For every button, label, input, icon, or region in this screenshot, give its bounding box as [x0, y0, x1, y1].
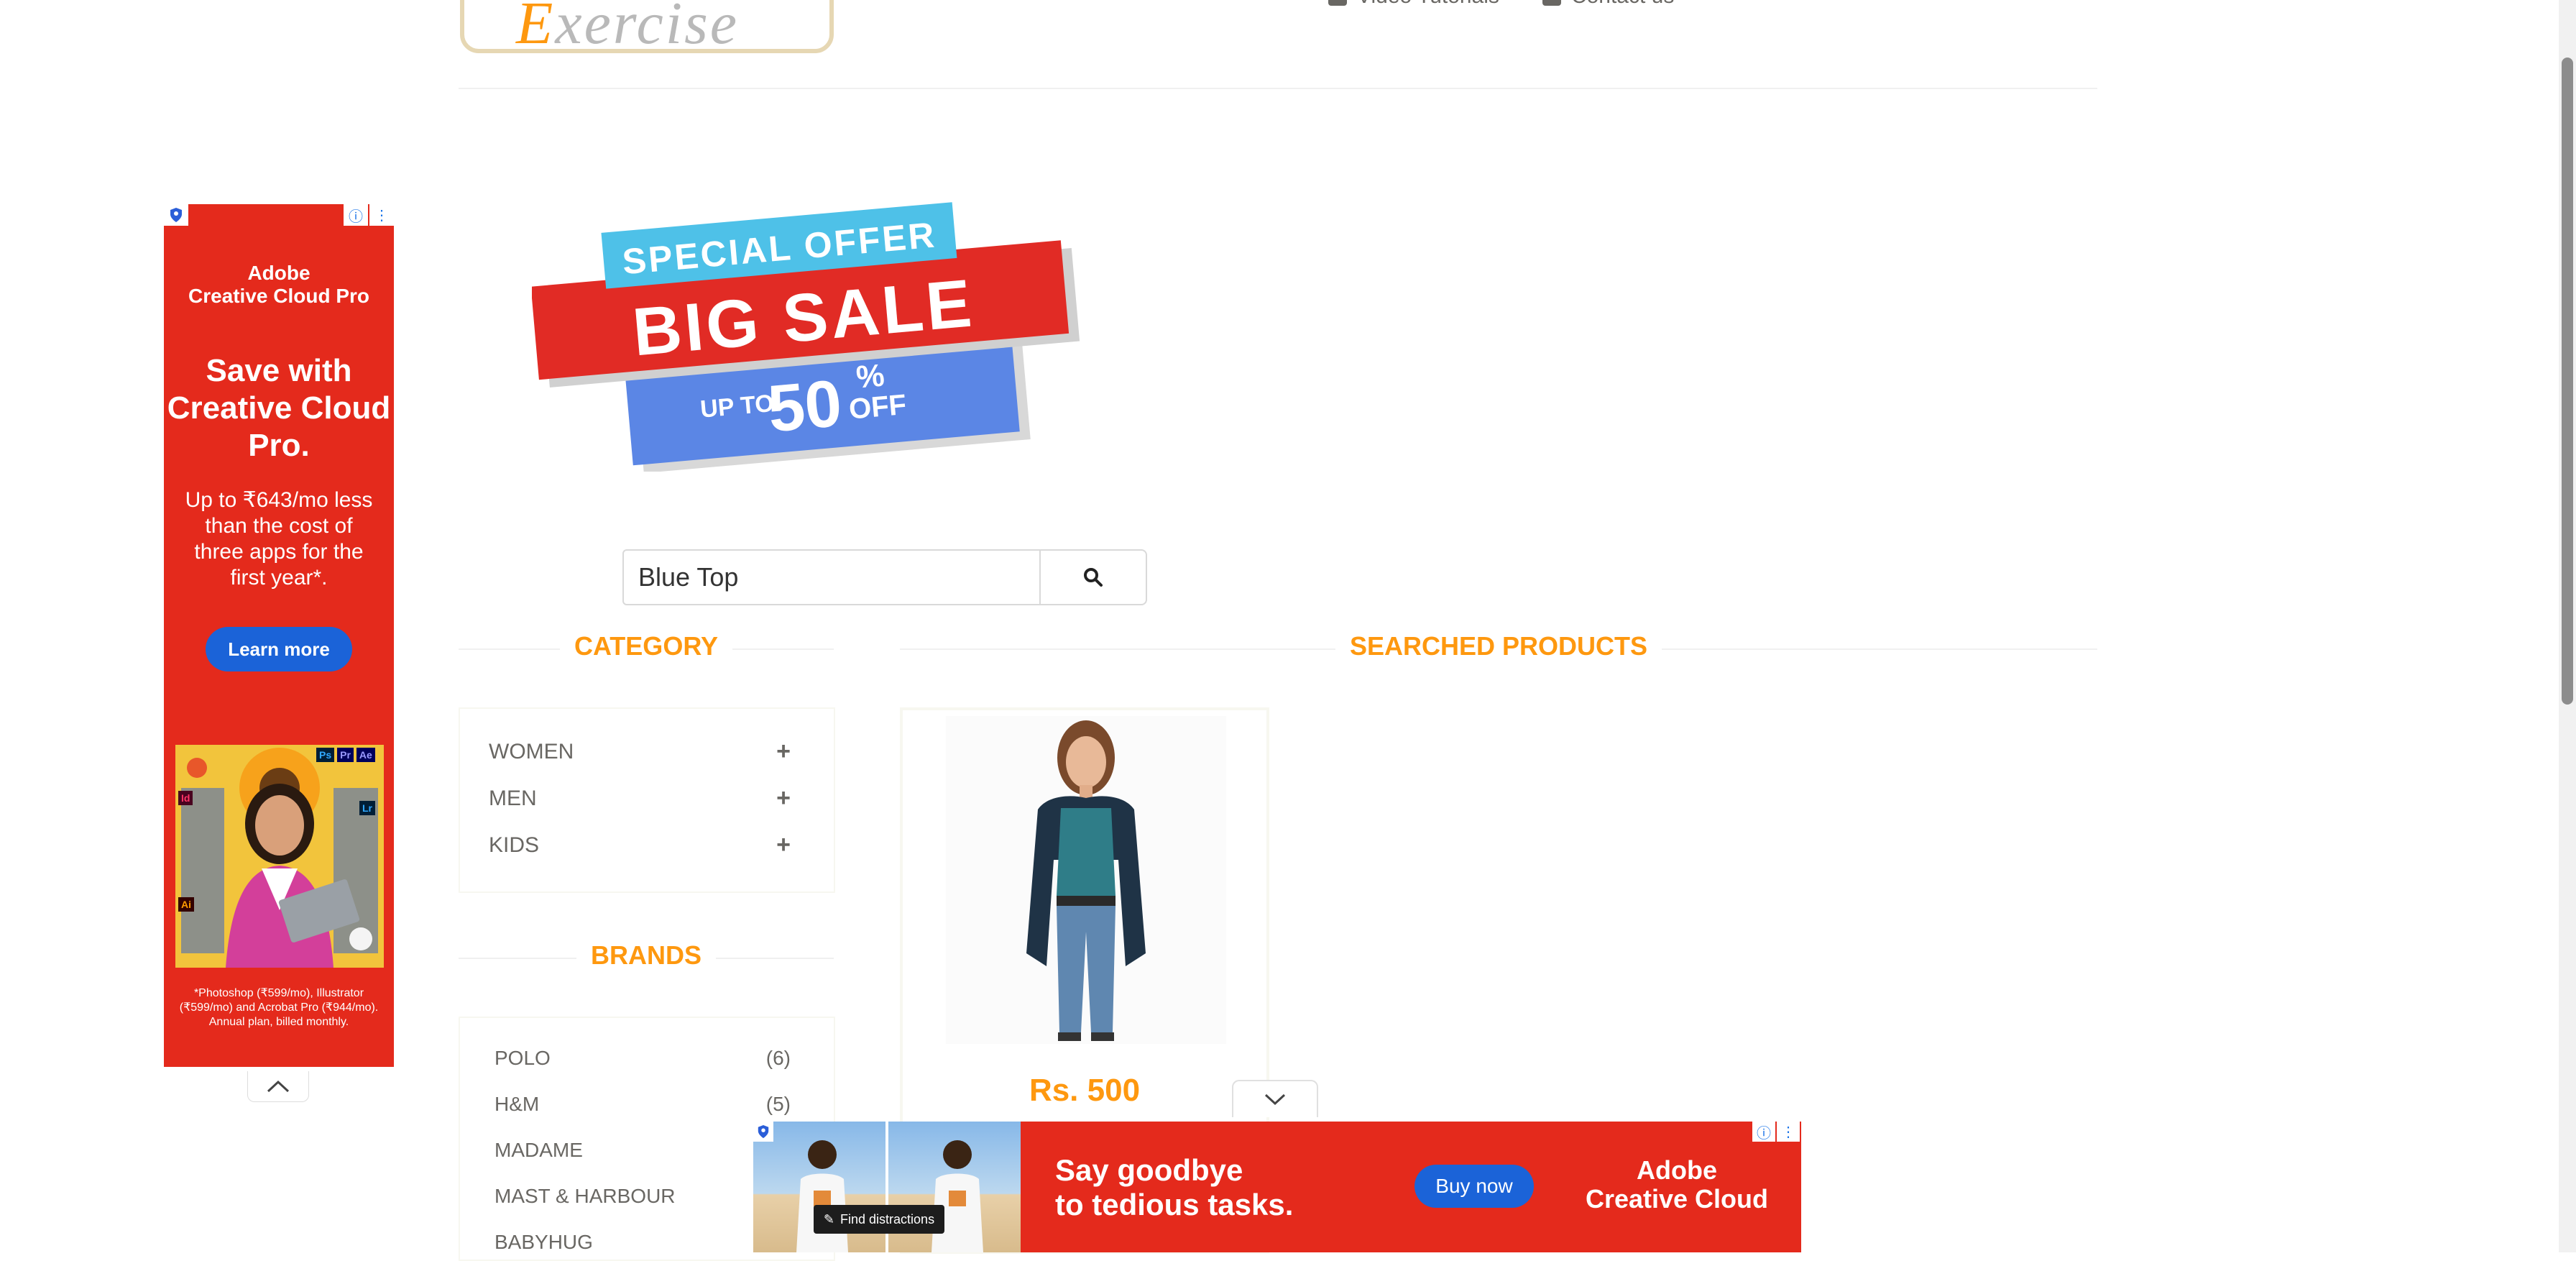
ad-info-icon[interactable]: ⓘ	[344, 204, 368, 226]
plus-icon[interactable]: +	[776, 831, 791, 859]
searched-title-wrap: Searched Products	[900, 631, 2097, 661]
illustrator-badge: Ai	[178, 897, 194, 912]
nav-label: Contact us	[1571, 0, 1674, 9]
bottom-ad-brand: Adobe Creative Cloud	[1585, 1155, 1769, 1214]
indesign-badge: Id	[178, 791, 193, 805]
ad-info-icon[interactable]: ⓘ	[1752, 1122, 1775, 1142]
chevron-up-icon	[267, 1080, 290, 1093]
scrollbar-thumb[interactable]	[2562, 58, 2573, 705]
brand-name: Madame	[494, 1139, 583, 1161]
envelope-icon	[1542, 0, 1561, 6]
plus-icon[interactable]: +	[776, 738, 791, 766]
nav-label: Video Tutorials	[1357, 0, 1499, 9]
searched-products-title: Searched Products	[1335, 631, 1662, 661]
search-button[interactable]	[1039, 549, 1147, 605]
ad-body-text: Up to ₹643/mo less than the cost of thre…	[185, 488, 373, 590]
category-kids[interactable]: Kids +	[489, 831, 791, 859]
product-image[interactable]	[946, 716, 1226, 1044]
brand-madame[interactable]: Madame	[494, 1139, 791, 1162]
ad-fine-print: *Photoshop (₹599/mo), Illustrator (₹599/…	[179, 987, 379, 1028]
expand-ad-button[interactable]	[1232, 1080, 1318, 1117]
logo-text: Exercise	[516, 0, 740, 53]
banner-percent: 50	[765, 367, 845, 446]
adchoices-shield-icon[interactable]	[753, 1122, 773, 1142]
adchoices-shield-icon[interactable]	[164, 204, 188, 226]
brands-title: Brands	[576, 940, 716, 971]
ad-menu-icon[interactable]: ⋮	[1777, 1122, 1800, 1142]
ad-headline: Save with Creative Cloud Pro.	[167, 353, 391, 463]
category-label: Men	[489, 786, 537, 810]
find-distractions-button[interactable]: ✎ Find distractions	[814, 1205, 944, 1234]
nav-contact-us[interactable]: Contact us	[1542, 0, 1674, 9]
ad-menu-icon[interactable]: ⋮	[369, 204, 394, 226]
brand-babyhug[interactable]: Babyhug	[494, 1231, 791, 1254]
site-logo[interactable]: Exercise	[460, 0, 834, 53]
bottom-ad-headline: Say goodbye to tedious tasks.	[1055, 1153, 1294, 1221]
plus-icon[interactable]: +	[776, 784, 791, 812]
category-men[interactable]: Men +	[489, 784, 791, 812]
search-input[interactable]	[622, 549, 1046, 605]
category-title-wrap: Category	[459, 631, 834, 661]
nav-video-tutorials[interactable]: Video Tutorials	[1328, 0, 1499, 9]
category-label: Women	[489, 739, 574, 764]
category-women[interactable]: Women +	[489, 738, 791, 766]
category-label: Kids	[489, 833, 540, 857]
lightroom-badge: Lr	[359, 801, 375, 815]
sale-banner: SPECIAL OFFER BIG SALE UP TO 50 % OFF	[530, 198, 1107, 474]
collapse-ad-button[interactable]	[247, 1071, 309, 1102]
find-distractions-label: Find distractions	[840, 1211, 935, 1226]
product-price: Rs. 500	[1029, 1073, 1141, 1108]
category-title: Category	[559, 631, 732, 661]
brand-count: (5)	[765, 1093, 791, 1115]
category-panel: Women + Men + Kids +	[459, 707, 835, 893]
brand-count: (6)	[765, 1047, 791, 1069]
header-divider	[459, 88, 2097, 89]
magic-wand-icon: ✎	[823, 1211, 835, 1226]
ad-illustration: Ps Pr Ae Id Lr Ai	[175, 745, 384, 968]
brand-name: Polo	[494, 1047, 551, 1069]
brands-title-wrap: Brands	[459, 940, 834, 971]
header-nav: Video Tutorials Contact us	[1328, 0, 1674, 9]
brand-hm[interactable]: H&M (5)	[494, 1093, 791, 1116]
bottom-advertisement[interactable]: ✎ Find distractions Say goodbye to tedio…	[753, 1122, 1801, 1252]
buy-now-button[interactable]: Buy now	[1414, 1165, 1534, 1208]
search-icon	[1084, 568, 1103, 587]
brand-name: H&M	[494, 1093, 540, 1115]
youtube-icon	[1328, 0, 1347, 6]
ad-brand: Adobe Creative Cloud Pro	[188, 262, 370, 307]
brand-mast-harbour[interactable]: Mast & Harbour	[494, 1185, 791, 1208]
brand-polo[interactable]: Polo (6)	[494, 1047, 791, 1070]
banner-off: OFF	[847, 389, 908, 426]
chevron-down-icon	[1264, 1093, 1286, 1106]
app-badges: Ps Pr Ae	[316, 748, 375, 762]
side-advertisement[interactable]: ⓘ ⋮ Adobe Creative Cloud Pro Save with C…	[164, 204, 394, 1067]
brand-name: Mast & Harbour	[494, 1185, 676, 1207]
banner-percent-sign: %	[855, 357, 886, 395]
brand-name: Babyhug	[494, 1231, 593, 1253]
learn-more-button[interactable]: Learn more	[206, 627, 352, 671]
